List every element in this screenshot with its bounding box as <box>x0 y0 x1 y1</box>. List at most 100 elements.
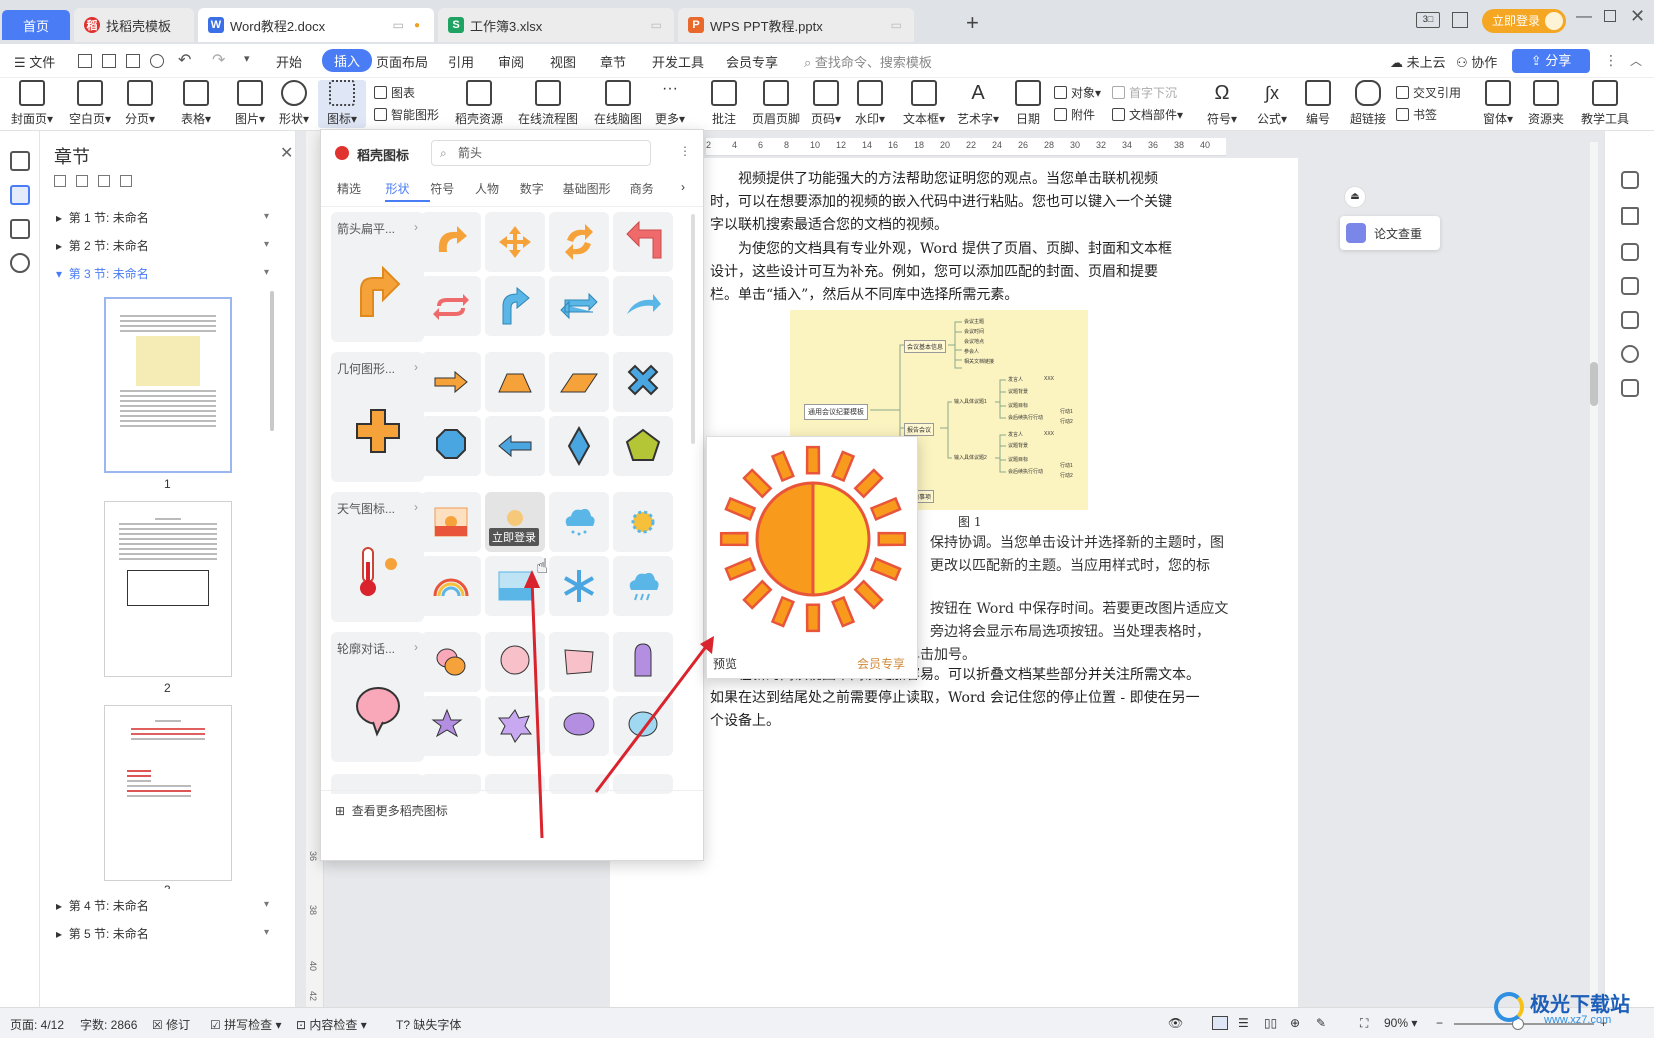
tab-business[interactable]: 商务 <box>630 180 667 204</box>
grid-apps-icon[interactable] <box>1452 12 1468 28</box>
menu-review[interactable]: 审阅 <box>498 52 524 71</box>
tab-people[interactable]: 人物 <box>475 180 520 204</box>
resource-folder-button[interactable]: 资源夹 <box>1522 80 1570 127</box>
formula-button[interactable]: ∫x 公式▾ <box>1248 80 1296 127</box>
page-break-button[interactable]: 分页▾ <box>116 80 164 127</box>
remove-section-icon[interactable] <box>120 175 132 187</box>
diamond-icon[interactable] <box>549 416 609 476</box>
pentagon-icon[interactable] <box>613 416 673 476</box>
section-menu-icon[interactable]: ▾ <box>264 899 269 910</box>
more-options-icon[interactable]: ⋮ <box>1604 52 1618 69</box>
page-view-icon[interactable] <box>1212 1016 1228 1030</box>
fit-page-icon[interactable]: ⛶ <box>1360 1016 1368 1031</box>
section-menu-icon[interactable]: ▾ <box>264 239 269 250</box>
zoom-out-icon[interactable]: − <box>1436 1016 1443 1030</box>
search-icon[interactable] <box>10 253 30 273</box>
document-parts-button[interactable]: 文档部件 ▾ <box>1112 106 1183 123</box>
scroll-top-button[interactable]: ⏏ <box>1344 186 1366 208</box>
table-button[interactable]: 表格▾ <box>172 80 220 127</box>
blank-page-button[interactable]: 空白页▾ <box>66 80 114 127</box>
form-button[interactable]: 窗体▾ <box>1474 80 1522 127</box>
group-weather[interactable]: 天气图标... › <box>331 492 424 622</box>
layout-toggle-icon[interactable]: 3□ <box>1416 12 1440 28</box>
panel-scrollbar[interactable] <box>270 291 274 431</box>
turn-left-arrow-icon[interactable] <box>613 212 673 272</box>
eye-protect-icon[interactable]: 👁 <box>1168 1016 1183 1030</box>
flowchart-button[interactable]: 在线流程图 <box>514 80 582 127</box>
page-thumbnail-3[interactable] <box>104 705 232 881</box>
close-panel-icon[interactable]: ✕ <box>280 143 293 163</box>
page-thumbnail-2[interactable] <box>104 501 232 677</box>
bookmark-button[interactable]: 书签 <box>1396 106 1437 123</box>
tab-basic-shapes[interactable]: 基础图形 <box>563 180 630 204</box>
wordart-button[interactable]: A 艺术字▾ <box>954 80 1002 127</box>
collapse-all-icon[interactable] <box>54 175 66 187</box>
content-check[interactable]: ⊡ 内容检查 ▾ <box>296 1016 367 1033</box>
sunset-picture-icon[interactable] <box>421 492 481 552</box>
cursor-icon[interactable] <box>1621 243 1639 261</box>
compass-icon[interactable] <box>1621 345 1639 363</box>
curved-arrow-icon[interactable] <box>421 212 481 272</box>
popup-scrollbar[interactable] <box>691 214 695 444</box>
chapter-nav-icon[interactable] <box>10 185 30 205</box>
more-button[interactable]: ··· 更多▾ <box>646 80 694 127</box>
preview-icon[interactable] <box>150 54 164 68</box>
login-button[interactable]: 立即登录 <box>1482 9 1566 33</box>
refresh-arrows-icon[interactable] <box>549 212 609 272</box>
tab-ppt[interactable]: P WPS PPT教程.pptx ▭ <box>678 8 914 42</box>
up-turn-arrow-icon[interactable] <box>485 276 545 336</box>
textbox-button[interactable]: 文本框▾ <box>900 80 948 127</box>
new-tab-button[interactable]: + <box>966 10 979 36</box>
round-bubble-icon[interactable] <box>485 632 545 692</box>
hyperlink-button[interactable]: 超链接 <box>1344 80 1392 127</box>
tab-featured[interactable]: 精选 <box>337 180 385 204</box>
page-thumbnail-1[interactable] <box>104 297 232 473</box>
drop-cap-button[interactable]: 首字下沉 <box>1112 84 1177 101</box>
robot-icon[interactable] <box>1621 311 1639 329</box>
rain-cloud-icon[interactable] <box>613 556 673 616</box>
star-bubble-icon[interactable] <box>421 696 481 756</box>
section-menu-icon[interactable]: ▾ <box>264 267 269 278</box>
menu-start[interactable]: 开始 <box>276 52 302 71</box>
cover-page-button[interactable]: 封面页▾ <box>8 80 56 127</box>
missing-font[interactable]: T? 缺失字体 <box>396 1016 461 1033</box>
right-arrow-shape-icon[interactable] <box>421 352 481 412</box>
numbering-button[interactable]: 编号 <box>1294 80 1342 127</box>
group-arrows-flat[interactable]: 箭头扁平... › <box>331 212 424 342</box>
more-icons-link[interactable]: ⊞ 查看更多稻壳图标 <box>335 802 448 819</box>
command-search[interactable]: ⌕ 查找命令、搜索模板 <box>804 52 932 71</box>
cloud-bubble-icon[interactable] <box>549 696 609 756</box>
undo-icon[interactable]: ↶ <box>178 50 191 70</box>
oval-bubble-icon[interactable] <box>613 696 673 756</box>
menu-view[interactable]: 视图 <box>550 52 576 71</box>
menu-insert[interactable]: 插入 <box>322 49 373 72</box>
menu-vip[interactable]: 会员专享 <box>726 52 778 71</box>
tab-word-doc[interactable]: W Word教程2.docx ▭ ● <box>198 8 434 42</box>
redo-icon[interactable]: ↷ <box>212 50 225 70</box>
expand-all-icon[interactable] <box>76 175 88 187</box>
collab-button[interactable]: ⚇ 协作 <box>1456 52 1497 71</box>
collapse-ribbon-icon[interactable]: ︿ <box>1630 52 1642 69</box>
zoom-level[interactable]: 90% ▾ <box>1384 1016 1417 1030</box>
add-section-icon[interactable] <box>98 175 110 187</box>
save-icon[interactable] <box>78 54 92 68</box>
revise-toggle[interactable]: ☒ 修订 <box>152 1016 190 1033</box>
sun-cloud-icon[interactable] <box>613 492 673 552</box>
object-button[interactable]: 对象 ▾ <box>1054 84 1101 101</box>
book-icon[interactable] <box>1621 379 1639 397</box>
comment-button[interactable]: 批注 <box>700 80 748 127</box>
section-item-3[interactable]: ▾ 第 3 节: 未命名 <box>56 265 149 282</box>
burst-bubble-icon[interactable] <box>485 696 545 756</box>
x-shape-icon[interactable] <box>613 352 673 412</box>
web-view-icon[interactable]: ⊕ <box>1290 1016 1300 1030</box>
mindmap-button[interactable]: 在线脑图 <box>588 80 648 127</box>
section-item-4[interactable]: ▸ 第 4 节: 未命名 <box>56 897 149 914</box>
icons-button[interactable]: 图标▾ <box>318 80 366 128</box>
double-bubble-icon[interactable] <box>421 632 481 692</box>
teaching-tools-button[interactable]: 教学工具 <box>1576 80 1634 127</box>
pen-icon[interactable] <box>1621 207 1639 225</box>
file-menu[interactable]: ☰ 文件 <box>14 52 55 71</box>
move-arrows-icon[interactable] <box>485 212 545 272</box>
docer-resources-button[interactable]: 稻壳资源 <box>450 80 508 127</box>
menu-page-layout[interactable]: 页面布局 <box>376 52 428 71</box>
